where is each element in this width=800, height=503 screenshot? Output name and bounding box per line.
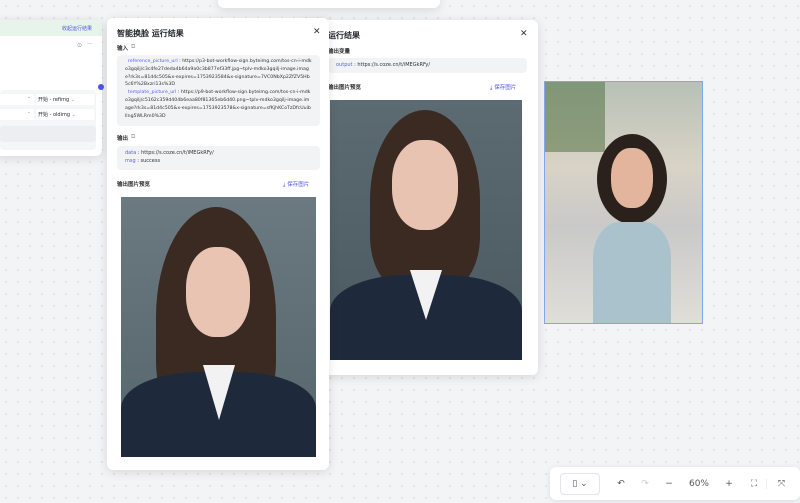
workflow-node[interactable]: 收起运行结果 ⊙ ··· ⌄ 开始 - refimg ⌄ ⌄ 开始 - oldi…	[0, 20, 102, 156]
redo-icon[interactable]: ↷	[634, 479, 656, 489]
value-text: 开始 - oldimg	[38, 112, 71, 118]
collapse-icon[interactable]: ⤧	[766, 478, 796, 489]
close-icon[interactable]: ✕	[313, 27, 321, 37]
zoom-level[interactable]: 60%	[682, 479, 716, 489]
param-select[interactable]: ⌄	[0, 109, 34, 120]
value-select-refimg[interactable]: 开始 - refimg ⌄	[36, 94, 94, 105]
input-box: reference_picture_url : https://p3-bot-w…	[117, 55, 320, 126]
collapse-results-link[interactable]: 收起运行结果	[62, 25, 92, 32]
mouse-mode-button[interactable]: ▯ ⌄	[560, 472, 600, 495]
zoom-in-icon[interactable]: +	[716, 479, 742, 489]
reference-image-node[interactable]	[544, 81, 703, 324]
close-icon[interactable]: ✕	[520, 29, 528, 39]
input-label: 输入	[117, 46, 129, 52]
panel-title: 运行结果	[328, 31, 360, 40]
copy-icon[interactable]: ⧉	[131, 43, 135, 51]
save-image-button[interactable]: ⤓ 保存图片	[490, 83, 516, 92]
zoom-out-icon[interactable]: −	[656, 479, 682, 489]
output-box: output : https://s.coze.cn/t/iMEGkRFy/	[328, 58, 527, 73]
param-select[interactable]: ⌄	[0, 94, 34, 105]
output-value: https://s.coze.cn/t/iMEGkRFy/	[357, 62, 431, 68]
undo-icon[interactable]: ↶	[608, 479, 634, 489]
output-label: 输出变量	[328, 49, 351, 55]
output-value: success	[140, 158, 161, 164]
value-text: 开始 - refimg	[38, 97, 70, 103]
output-value: https://s.coze.cn/t/iMEGkRFy/	[141, 150, 214, 156]
output-label: 输出	[117, 136, 129, 142]
connection-port[interactable]	[98, 84, 104, 90]
panel-title: 智能换脸 运行结果	[117, 29, 184, 38]
result-panel-front: 智能换脸 运行结果 ✕ 输入 ⧉ reference_picture_url :…	[107, 18, 329, 470]
output-image	[330, 100, 522, 360]
result-panel-back: 运行结果 ✕ 输出变量 output : https://s.coze.cn/t…	[300, 20, 538, 375]
output-box: data : https://s.coze.cn/t/iMEGkRFy/ msg…	[117, 146, 320, 170]
more-icon[interactable]: ···	[87, 41, 93, 48]
preview-label: 输出图片预览	[117, 182, 151, 188]
output-image	[121, 197, 316, 457]
save-image-button[interactable]: ⤓ 保存图片	[283, 180, 309, 189]
run-icon[interactable]: ⊙	[77, 42, 82, 49]
value-select-oldimg[interactable]: 开始 - oldimg ⌄	[36, 109, 94, 120]
fit-view-icon[interactable]: ⛶	[742, 479, 766, 489]
preview-label: 输出图片预览	[328, 85, 362, 91]
canvas-toolbar: ▯ ⌄ ↶ ↷ − 60% + ⛶ ⤧	[550, 467, 800, 500]
copy-icon[interactable]: ⧉	[131, 133, 135, 141]
top-node	[218, 0, 440, 8]
